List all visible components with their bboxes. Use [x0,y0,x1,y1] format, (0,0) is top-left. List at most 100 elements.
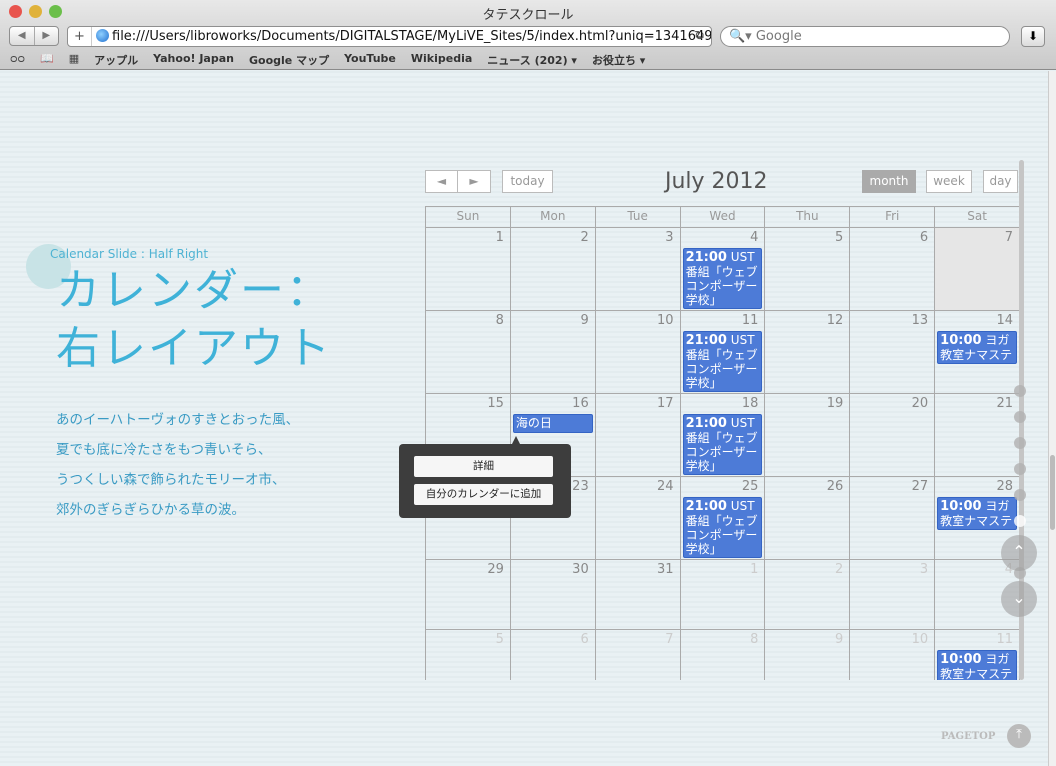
day-cell[interactable]: 18 21:00 UST番組「ウェブコンポーザー学校」 [679,394,765,476]
bookmark-item[interactable]: ニュース (202) ▾ [487,52,577,68]
back-button[interactable]: ◀ [10,27,35,45]
details-button[interactable]: 詳細 [414,456,553,477]
day-cell[interactable]: 29 [426,560,510,629]
slide-dot[interactable] [1014,489,1026,501]
day-cell[interactable]: 3 [594,228,680,310]
day-number: 24 [657,479,674,494]
day-number: 13 [911,313,929,328]
pagetop-icon[interactable]: ⤒ [1007,724,1031,748]
day-number: 6 [580,632,589,647]
slide-dot[interactable] [1014,411,1026,423]
day-cell[interactable]: 6 [849,228,934,310]
bookmark-item[interactable]: Google マップ [249,52,329,68]
day-cell[interactable]: 19 [764,394,849,476]
day-cell[interactable]: 25 21:00 UST番組「ウェブコンポーザー学校」 [679,477,765,559]
add-bookmark-icon[interactable]: + [68,27,92,46]
day-cell[interactable]: 31 [594,560,680,629]
today-button[interactable]: today [502,170,553,193]
slide-dot-active[interactable] [1014,515,1026,527]
prev-month-button[interactable]: ◄ [425,170,458,193]
calendar-event[interactable]: 10:00 ヨガ教室ナマステ [937,331,1018,364]
slide-down-button[interactable]: ⌄ [1001,581,1037,617]
day-cell[interactable]: 10 [594,311,680,393]
page-scrollbar[interactable] [1048,71,1056,766]
top-sites-icon[interactable]: ▦ [69,52,79,68]
day-cell[interactable]: 5 [764,228,849,310]
day-cell[interactable]: 30 [509,560,595,629]
slide-up-button[interactable]: ⌃ [1001,535,1037,571]
month-view-button[interactable]: month [862,170,916,193]
bookmark-item[interactable]: YouTube [344,52,396,68]
day-cell[interactable]: 3 [849,560,934,629]
day-number: 3 [665,230,674,245]
downloads-button[interactable]: ⬇ [1021,26,1045,47]
next-month-button[interactable]: ► [457,170,491,193]
day-number: 29 [487,562,504,577]
day-cell[interactable]: 17 [594,394,680,476]
scrollbar-thumb[interactable] [1050,455,1055,530]
bookmarks-icon[interactable]: 📖 [40,52,54,68]
bookmark-item[interactable]: Yahoo! Japan [153,52,234,68]
day-cell[interactable]: 11 21:00 UST番組「ウェブコンポーザー学校」 [679,311,765,393]
calendar-event[interactable]: 海の日 [512,414,593,433]
add-to-calendar-button[interactable]: 自分のカレンダーに追加 [414,484,553,505]
day-view-button[interactable]: day [983,170,1018,193]
weekday-label: Mon [509,207,595,227]
day-cell[interactable]: 20 [849,394,934,476]
window-title: タテスクロール [482,8,574,23]
day-cell[interactable]: 8 [426,311,510,393]
pagetop-label[interactable]: PAGETOP [941,731,995,742]
reading-list-icon[interactable]: ᴑᴑ [10,52,25,68]
day-number: 20 [911,396,929,411]
url-text: file:///Users/libroworks/Documents/DIGIT… [112,29,712,44]
slide-dot[interactable] [1014,463,1026,475]
day-number: 7 [665,632,674,647]
day-cell[interactable]: 1 [426,228,510,310]
bookmark-item[interactable]: アップル [94,52,138,68]
day-cell[interactable]: 9 [764,630,849,680]
day-cell[interactable]: 27 [849,477,934,559]
event-time: 10:00 [940,499,982,514]
week-view-button[interactable]: week [926,170,972,193]
day-cell[interactable]: 21 [934,394,1019,476]
day-cell[interactable]: 6 [509,630,595,680]
slide-dot[interactable] [1014,437,1026,449]
day-cell[interactable]: 24 [594,477,680,559]
reload-icon[interactable]: ↻ [694,27,705,46]
calendar-event[interactable]: 21:00 UST番組「ウェブコンポーザー学校」 [682,248,763,309]
day-cell[interactable]: 11 10:00 ヨガ教室ナマステ [934,630,1019,680]
paragraph-line: あのイーハトーヴォのすきとおった風、 [56,412,300,428]
calendar-event[interactable]: 10:00 ヨガ教室ナマステ [937,497,1018,530]
calendar-event[interactable]: 21:00 UST番組「ウェブコンポーザー学校」 [682,331,763,392]
day-cell[interactable]: 12 [764,311,849,393]
day-number: 18 [741,396,759,411]
calendar-event[interactable]: 21:00 UST番組「ウェブコンポーザー学校」 [682,497,763,558]
bookmark-item[interactable]: Wikipedia [411,52,472,68]
day-number: 10 [911,632,929,647]
day-cell[interactable]: 13 [849,311,934,393]
day-cell[interactable]: 5 [426,630,510,680]
bookmark-item[interactable]: お役立ち ▾ [592,52,645,68]
calendar-event[interactable]: 10:00 ヨガ教室ナマステ [937,650,1018,680]
day-cell[interactable]: 1 [679,560,765,629]
day-cell[interactable]: 9 [509,311,595,393]
calendar-title: July 2012 [665,169,768,194]
forward-button[interactable]: ▶ [35,27,59,45]
day-number: 12 [826,313,844,328]
weekday-label: Thu [764,207,849,227]
day-cell[interactable]: 14 10:00 ヨガ教室ナマステ [934,311,1019,393]
day-cell[interactable]: 10 [849,630,934,680]
address-bar[interactable]: + file:///Users/libroworks/Documents/DIGI… [67,26,712,47]
search-input[interactable]: 🔍▾ Google [720,26,1010,47]
day-cell[interactable]: 26 [764,477,849,559]
day-cell[interactable]: 8 [679,630,765,680]
slide-dot[interactable] [1014,385,1026,397]
day-cell[interactable]: 2 [509,228,595,310]
calendar-event[interactable]: 21:00 UST番組「ウェブコンポーザー学校」 [682,414,763,475]
day-cell-today[interactable]: 7 [934,228,1020,310]
week-row: 5 6 7 8 9 10 11 10:00 ヨガ教室ナマステ [425,629,1020,680]
day-cell[interactable]: 4 21:00 UST番組「ウェブコンポーザー学校」 [679,228,765,310]
day-cell[interactable]: 2 [764,560,849,629]
weekday-label: Sat [934,207,1019,227]
day-cell[interactable]: 7 [594,630,680,680]
